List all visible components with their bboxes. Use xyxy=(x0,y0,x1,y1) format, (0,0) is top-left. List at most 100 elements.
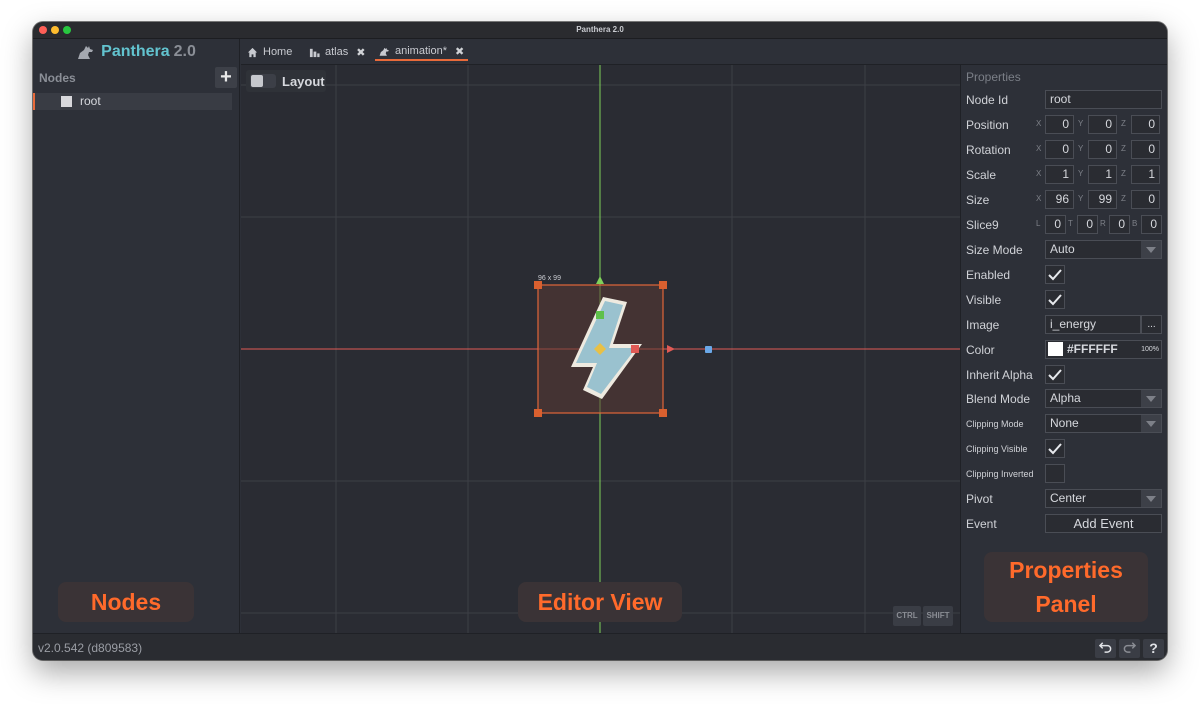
prop-event: Event Add Event xyxy=(961,512,1167,537)
color-input[interactable]: #FFFFFF 100% xyxy=(1045,340,1162,359)
check-icon xyxy=(1048,369,1062,381)
clipping-inverted-checkbox[interactable] xyxy=(1045,464,1065,483)
enabled-checkbox[interactable] xyxy=(1045,265,1065,284)
size-x-input[interactable]: 96 xyxy=(1045,190,1074,209)
app-logo: Panthera 2.0 xyxy=(33,39,240,65)
status-bar: v2.0.542 (d809583) ? xyxy=(33,633,1167,660)
prop-clipping-mode: Clipping Mode None xyxy=(961,412,1167,437)
node-visibility-checkbox[interactable] xyxy=(61,96,72,107)
chevron-down-icon xyxy=(1141,390,1161,407)
check-icon xyxy=(1048,294,1062,306)
prop-visible: Visible xyxy=(961,288,1167,313)
position-z-input[interactable]: 0 xyxy=(1131,115,1160,134)
position-y-input[interactable]: 0 xyxy=(1088,115,1117,134)
add-node-button[interactable]: + xyxy=(215,67,237,88)
scale-y-input[interactable]: 1 xyxy=(1088,165,1117,184)
prop-scale: Scale X 1 Y 1 Z 1 xyxy=(961,163,1167,188)
layout-toggle[interactable]: Layout xyxy=(246,70,326,92)
position-x-input[interactable]: 0 xyxy=(1045,115,1074,134)
color-swatch[interactable] xyxy=(1048,342,1063,356)
image-browse-button[interactable]: ... xyxy=(1141,315,1162,334)
editor-canvas[interactable] xyxy=(241,65,960,633)
redo-button[interactable] xyxy=(1119,639,1140,658)
undo-button[interactable] xyxy=(1095,639,1116,658)
properties-title: Properties xyxy=(966,70,1021,84)
prop-rotation: Rotation X 0 Y 0 Z 0 xyxy=(961,138,1167,163)
slice9-l-input[interactable]: 0 xyxy=(1045,215,1066,234)
prop-size: Size X 96 Y 99 Z 0 xyxy=(961,188,1167,213)
undo-icon xyxy=(1098,642,1112,653)
rotation-y-input[interactable]: 0 xyxy=(1088,140,1117,159)
nodes-panel-callout: Nodes Panel xyxy=(58,582,194,655)
visible-checkbox[interactable] xyxy=(1045,290,1065,309)
rotation-x-input[interactable]: 0 xyxy=(1045,140,1074,159)
clipping-visible-checkbox[interactable] xyxy=(1045,439,1065,458)
title-bar: Panthera 2.0 xyxy=(33,22,1167,39)
app-version-tag: 2.0 xyxy=(173,43,196,60)
layout-label: Layout xyxy=(282,73,325,89)
shift-key-indicator: SHIFT xyxy=(923,606,953,626)
slice9-b-input[interactable]: 0 xyxy=(1141,215,1162,234)
prop-enabled: Enabled xyxy=(961,263,1167,288)
home-icon xyxy=(247,47,258,57)
properties-panel-callout: Properties Panel xyxy=(984,552,1148,622)
size-z-input[interactable]: 0 xyxy=(1131,190,1160,209)
version-label: v2.0.542 (d809583) xyxy=(38,641,143,655)
tab-close-icon[interactable]: ✖ xyxy=(455,45,464,58)
size-y-input[interactable]: 99 xyxy=(1088,190,1117,209)
tab-home[interactable]: Home xyxy=(247,43,292,61)
app-window: Panthera 2.0 Panthera 2.0 Nodes + root H… xyxy=(33,22,1167,660)
y-move-handle[interactable] xyxy=(596,311,604,319)
add-event-button[interactable]: Add Event xyxy=(1045,514,1162,533)
check-icon xyxy=(1048,269,1062,281)
chevron-down-icon xyxy=(1141,415,1161,432)
prop-clipping-inverted: Clipping Inverted xyxy=(961,462,1167,487)
scale-z-input[interactable]: 1 xyxy=(1131,165,1160,184)
x-arrow-handle[interactable] xyxy=(667,345,675,353)
node-id-input[interactable]: root xyxy=(1045,90,1162,109)
help-button[interactable]: ? xyxy=(1143,639,1164,658)
panther-icon xyxy=(379,47,389,56)
prop-size-mode: Size Mode Auto xyxy=(961,238,1167,263)
prop-clipping-visible: Clipping Visible xyxy=(961,437,1167,462)
clipping-mode-select[interactable]: None xyxy=(1045,414,1162,433)
tab-label: Home xyxy=(263,46,293,58)
tab-bar: Home atlas ✖ animation* ✖ xyxy=(241,39,1167,65)
tab-label: atlas xyxy=(325,46,349,58)
prop-position: Position X 0 Y 0 Z 0 xyxy=(961,113,1167,138)
inherit-alpha-checkbox[interactable] xyxy=(1045,365,1065,384)
tab-atlas[interactable]: atlas ✖ xyxy=(309,43,365,61)
slice9-t-input[interactable]: 0 xyxy=(1077,215,1098,234)
scale-x-input[interactable]: 1 xyxy=(1045,165,1074,184)
nodes-header: Nodes xyxy=(39,71,76,85)
prop-blend-mode: Blend Mode Alpha xyxy=(961,387,1167,412)
prop-slice9: Slice9 L 0 T 0 R 0 B 0 xyxy=(961,213,1167,238)
chevron-down-icon xyxy=(1141,490,1161,507)
node-label: root xyxy=(80,94,101,108)
y-arrow-handle[interactable] xyxy=(596,276,604,284)
image-input[interactable]: i_energy xyxy=(1045,315,1141,334)
editor-view[interactable]: Layout 96 x 99 CTRL SHIFT xyxy=(241,65,960,633)
app-name: Panthera xyxy=(101,43,170,60)
window-title: Panthera 2.0 xyxy=(576,25,624,34)
prop-inherit-alpha: Inherit Alpha xyxy=(961,363,1167,388)
blend-mode-select[interactable]: Alpha xyxy=(1045,389,1162,408)
pivot-select[interactable]: Center xyxy=(1045,489,1162,508)
rotation-z-input[interactable]: 0 xyxy=(1131,140,1160,159)
chevron-down-icon xyxy=(1141,241,1161,258)
size-mode-select[interactable]: Auto xyxy=(1045,240,1162,259)
atlas-icon xyxy=(309,48,320,57)
prop-color: Color #FFFFFF 100% xyxy=(961,338,1167,363)
tab-animation[interactable]: animation* ✖ xyxy=(375,43,469,61)
tab-close-icon[interactable]: ✖ xyxy=(356,46,365,59)
ctrl-key-indicator: CTRL xyxy=(893,606,921,626)
x-move-handle[interactable] xyxy=(631,345,639,353)
slice9-r-input[interactable]: 0 xyxy=(1109,215,1130,234)
panther-icon xyxy=(78,46,94,59)
layout-switch[interactable] xyxy=(250,74,276,88)
node-item-root[interactable]: root xyxy=(33,93,232,110)
selection-size-label: 96 x 99 xyxy=(538,275,561,282)
editor-view-callout: Editor View xyxy=(518,582,682,622)
rotate-handle[interactable] xyxy=(705,346,712,353)
check-icon xyxy=(1048,443,1062,455)
